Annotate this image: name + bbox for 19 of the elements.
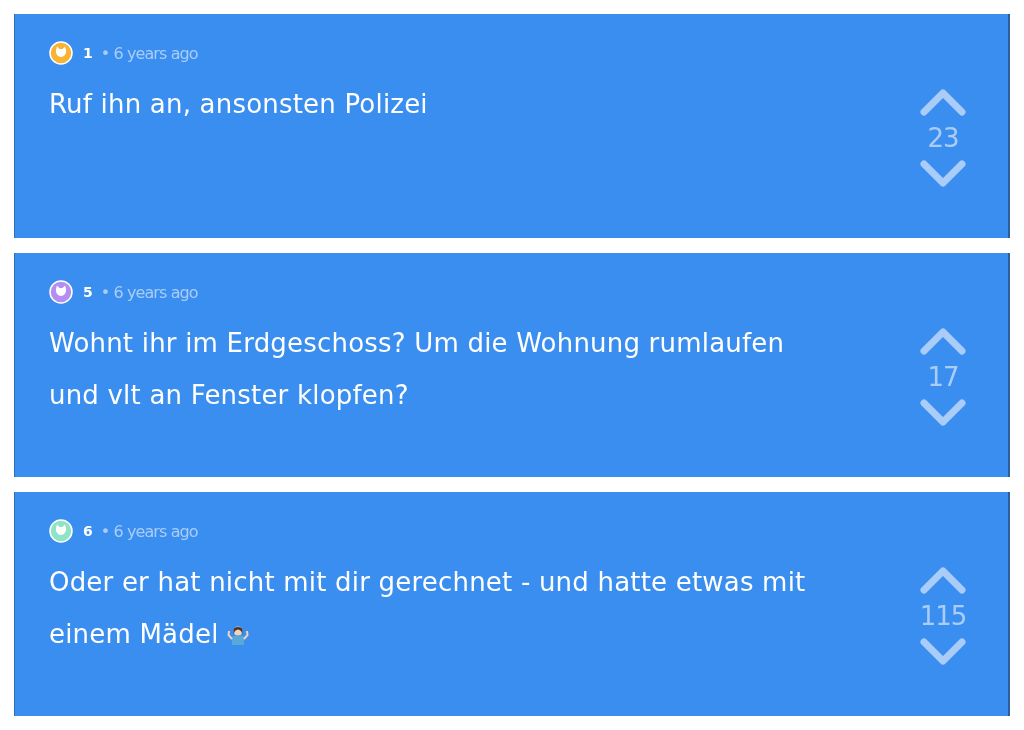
vote-up-icon[interactable] xyxy=(919,565,967,595)
vote-up-icon[interactable] xyxy=(919,326,967,356)
timestamp: • 6 years ago xyxy=(100,521,198,541)
shrug-figure-icon xyxy=(227,624,250,646)
vote-down-icon[interactable] xyxy=(919,159,967,189)
vote-count: 115 xyxy=(919,601,967,631)
timestamp: • 6 years ago xyxy=(100,282,198,302)
vote-down-icon[interactable] xyxy=(919,637,967,667)
comment-text: Ruf ihn an, ansonsten Polizei xyxy=(49,88,429,121)
comment-text: Wohnt ihr im Erdgeschoss? Um die Wohnung rumlaufen und vlt an Fenster klopfen? xyxy=(49,327,786,412)
vote-up-icon[interactable] xyxy=(919,87,967,117)
comment-text: Oder er hat nicht mit dir gerechnet - und hatte etwas mit einem Mädel xyxy=(49,566,807,651)
vote-count: 17 xyxy=(927,362,959,392)
vote-down-icon[interactable] xyxy=(919,398,967,428)
author-name: 6 xyxy=(83,523,93,539)
author-name: 1 xyxy=(83,45,93,61)
timestamp: • 6 years ago xyxy=(100,43,198,63)
vote-count: 23 xyxy=(927,123,959,153)
author-name: 5 xyxy=(83,284,93,300)
